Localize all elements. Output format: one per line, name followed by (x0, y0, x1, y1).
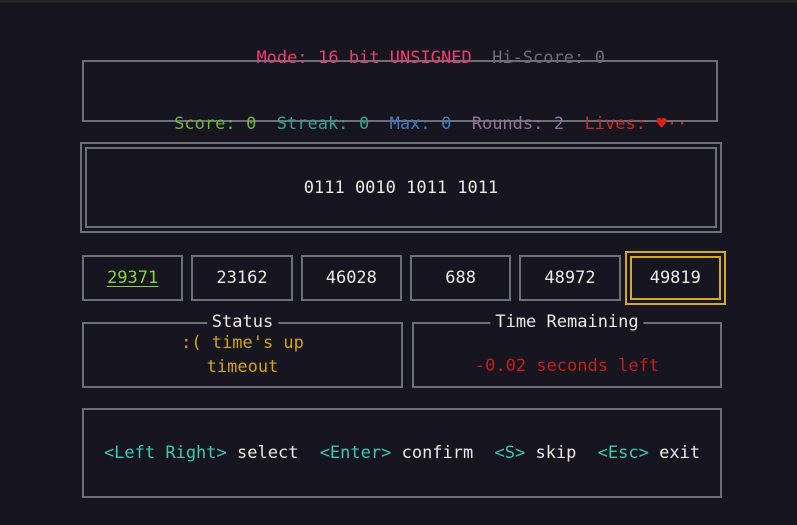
binary-display-panel: 0111 0010 1011 1011 (80, 142, 722, 233)
answer-option[interactable]: 48972 (519, 255, 620, 301)
binary-display-inner: 0111 0010 1011 1011 (85, 147, 717, 228)
mode-label: Mode: (256, 48, 307, 68)
score-value: 0 (246, 114, 256, 134)
answer-option[interactable]: 46028 (301, 255, 402, 301)
status-panel: Status :( time's up timeout (82, 322, 403, 388)
s-key-hint: <S> (495, 443, 526, 463)
lives-label: Lives: (585, 114, 646, 134)
hiscore-label: Hi-Score: (492, 48, 584, 68)
binary-string: 0111 0010 1011 1011 (304, 178, 498, 198)
score-label: Score: (174, 114, 235, 134)
answer-option-correct[interactable]: 29371 (82, 255, 183, 301)
answer-option[interactable]: 688 (410, 255, 511, 301)
time-remaining-value: -0.02 seconds left (475, 356, 659, 376)
max-label: Max: (390, 114, 431, 134)
window-top-edge (0, 0, 797, 3)
enter-key-hint: <Enter> (320, 443, 392, 463)
streak-value: 0 (359, 114, 369, 134)
help-bar: <Left Right> select <Enter> confirm <S> sk… (82, 408, 722, 498)
hiscore-value: 0 (595, 48, 605, 68)
confirm-action-label: confirm (402, 443, 474, 463)
time-remaining-panel: Time Remaining -0.02 seconds left (412, 322, 722, 388)
answer-option-selected[interactable]: 49819 (625, 251, 726, 305)
rounds-label: Rounds: (472, 114, 544, 134)
rounds-value: 2 (554, 114, 564, 134)
max-value: 0 (441, 114, 451, 134)
answer-option-label: 46028 (326, 268, 377, 288)
exit-action-label: exit (659, 443, 700, 463)
select-action-label: select (237, 443, 298, 463)
game-screen: Mode: 16 bit UNSIGNED Hi-Score: 0 Score: 0 St… (0, 0, 797, 525)
answer-option-label: 29371 (107, 268, 158, 288)
status-panel-title: Status (207, 312, 278, 332)
answer-options-row: 29371 23162 46028 688 48972 49819 (82, 255, 722, 301)
left-right-key-hint: <Left Right> (104, 443, 227, 463)
answer-option-label: 49819 (650, 268, 701, 288)
answer-option-label: 688 (445, 268, 476, 288)
lost-lives-dots: ·· (667, 114, 687, 134)
answer-option-label: 23162 (216, 268, 267, 288)
help-skip: <S> skip (495, 443, 577, 463)
answer-option[interactable]: 23162 (191, 255, 292, 301)
help-confirm: <Enter> confirm (320, 443, 474, 463)
time-remaining-title: Time Remaining (490, 312, 643, 332)
mode-line: Mode: 16 bit UNSIGNED Hi-Score: 0 (195, 25, 605, 91)
mode-value: 16 bit UNSIGNED (318, 48, 472, 68)
scoreboard-panel: Mode:16 bit UNSIGNEDHi-Score:0 Score:0St… (82, 60, 718, 122)
skip-action-label: skip (535, 443, 576, 463)
streak-label: Streak: (277, 114, 349, 134)
esc-key-hint: <Esc> (598, 443, 649, 463)
heart-icon: ♥ (657, 114, 667, 134)
answer-option-label: 48972 (544, 268, 595, 288)
help-exit: <Esc> exit (598, 443, 700, 463)
status-line-1: :( time's up (181, 331, 304, 355)
help-select: <Left Right> select (104, 443, 299, 463)
status-line-2: timeout (207, 355, 279, 379)
